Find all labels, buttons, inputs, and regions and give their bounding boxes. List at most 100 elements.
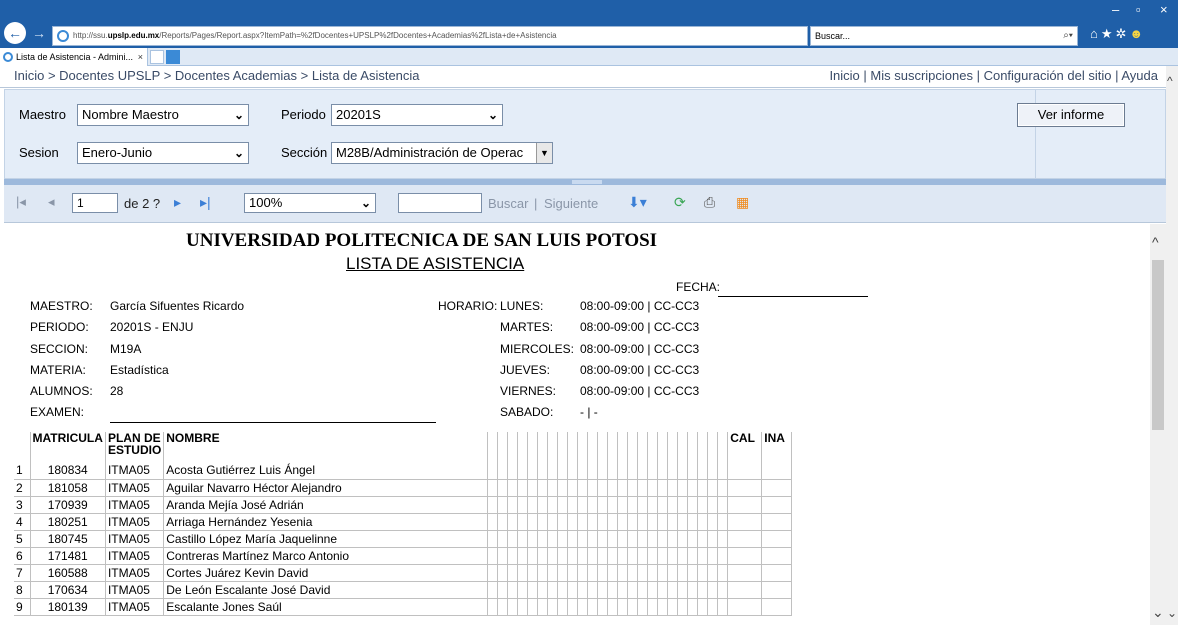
forward-arrow-icon[interactable]: → [28, 22, 50, 44]
attendance-cell [637, 598, 649, 616]
atom-feed-icon[interactable]: ▦ [736, 194, 749, 211]
plan-cell: ITMA05 [105, 462, 165, 480]
maestro-value: García Sifuentes Ricardo [110, 299, 245, 313]
smiley-icon[interactable]: ☻ [1129, 26, 1146, 41]
plan-cell: ITMA05 [105, 547, 165, 565]
attendance-cell [687, 513, 699, 531]
attendance-cell [657, 479, 669, 497]
attendance-cell [717, 564, 729, 582]
attendance-grid-header [487, 432, 499, 462]
page-scrollbar[interactable]: ^ ⌄ [1166, 66, 1178, 625]
chevron-down-icon: ▼ [536, 143, 552, 163]
attendance-cell [667, 530, 679, 548]
attendance-cell [617, 564, 629, 582]
attendance-cell [577, 598, 589, 616]
attendance-cell [597, 462, 609, 480]
report-scrollbar[interactable]: ^ ⌄ [1150, 224, 1166, 625]
attendance-cell [507, 513, 519, 531]
attendance-cell [657, 530, 669, 548]
browser-search-input[interactable]: Buscar... ⌕▾ [810, 26, 1078, 46]
attendance-cell [577, 513, 589, 531]
scroll-down-icon[interactable]: ⌄ [1152, 604, 1164, 621]
attendance-cell [507, 496, 519, 514]
back-arrow-icon[interactable]: ← [4, 22, 26, 44]
maestro-select[interactable]: Nombre Maestro ⌄ [77, 104, 249, 126]
nombre-cell: Castillo López María Jaquelinne [163, 530, 489, 548]
attendance-cell [677, 598, 689, 616]
plan-cell: ITMA05 [105, 564, 165, 582]
previous-page-icon[interactable]: ◂ [48, 194, 55, 210]
attendance-cell [587, 581, 599, 599]
attendance-grid-header [497, 432, 509, 462]
sesion-select[interactable]: Enero-Junio ⌄ [77, 142, 249, 164]
attendance-cell [607, 547, 619, 565]
attendance-cell [697, 581, 709, 599]
home-icon[interactable]: ⌂ [1090, 26, 1101, 41]
refresh-icon[interactable]: ⟳ [674, 194, 686, 211]
attendance-cell [497, 530, 509, 548]
attendance-grid-header [607, 432, 619, 462]
seccion-select[interactable]: M28B/Administración de Operac ▼ [331, 142, 553, 164]
next-page-icon[interactable]: ▸ [174, 194, 181, 211]
attendance-grid-header [637, 432, 649, 462]
zoom-select[interactable]: 100% ⌄ [244, 193, 376, 213]
attendance-cell [597, 496, 609, 514]
scroll-up-icon[interactable]: ^ [1152, 234, 1159, 250]
attendance-cell [647, 462, 659, 480]
search-icon[interactable]: ⌕▾ [1063, 27, 1073, 45]
attendance-cell [547, 530, 559, 548]
attendance-grid-header [687, 432, 699, 462]
ina-cell [761, 496, 793, 514]
alumnos-value: 28 [110, 384, 124, 398]
scroll-down-icon[interactable]: ⌄ [1167, 606, 1177, 620]
ie-tab-icon[interactable] [166, 50, 180, 64]
address-bar[interactable]: http://ssu.upslp.edu.mx/Reports/Pages/Re… [52, 26, 808, 46]
export-icon[interactable]: ⬇▾ [628, 194, 647, 211]
last-page-icon[interactable]: ▸| [200, 194, 211, 211]
attendance-cell [707, 598, 719, 616]
close-window-icon[interactable]: × [1160, 2, 1168, 17]
page-number-input[interactable]: 1 [72, 193, 118, 213]
attendance-cell [607, 496, 619, 514]
nombre-cell: Acosta Gutiérrez Luis Ángel [163, 462, 489, 480]
settings-gear-icon[interactable]: ✲ [1116, 26, 1130, 41]
periodo-select[interactable]: 20201S ⌄ [331, 104, 503, 126]
attendance-cell [527, 496, 539, 514]
scroll-thumb[interactable] [1152, 260, 1164, 430]
attendance-cell [717, 479, 729, 497]
day-label: LUNES: [500, 299, 544, 313]
scroll-up-icon[interactable]: ^ [1167, 74, 1173, 88]
parameter-panel: Maestro Nombre Maestro ⌄ Periodo 20201S ⌄ … [4, 89, 1166, 179]
report-manager-bar: Inicio > Docentes UPSLP > Docentes Acade… [0, 66, 1166, 88]
view-report-button[interactable]: Ver informe [1017, 103, 1125, 127]
ie-logo-icon [57, 30, 69, 42]
attendance-cell [647, 581, 659, 599]
breadcrumb[interactable]: Inicio > Docentes UPSLP > Docentes Acade… [14, 66, 420, 86]
periodo-value: 20201S - ENJU [110, 320, 194, 334]
first-page-icon[interactable]: |◂ [16, 194, 26, 210]
attendance-cell [567, 530, 579, 548]
print-icon[interactable]: ⎙ [704, 194, 715, 211]
browser-tab[interactable]: Lista de Asistencia - Admini... × [0, 48, 148, 66]
attendance-cell [557, 564, 569, 582]
new-tab-icon[interactable] [150, 50, 164, 64]
top-links[interactable]: Inicio | Mis suscripciones | Configuraci… [829, 66, 1158, 86]
tab-close-icon[interactable]: × [138, 48, 143, 66]
find-next-link[interactable]: Siguiente [544, 196, 598, 211]
attendance-cell [547, 547, 559, 565]
report-toolbar: |◂ ◂ 1 de 2 ? ▸ ▸| 100% ⌄ Buscar | Siguie… [4, 185, 1166, 223]
attendance-cell [497, 598, 509, 616]
attendance-cell [717, 581, 729, 599]
splitter-grip-icon[interactable] [572, 180, 602, 184]
attendance-cell [697, 530, 709, 548]
find-text-input[interactable] [398, 193, 482, 213]
nombre-cell: Contreras Martínez Marco Antonio [163, 547, 489, 565]
restore-icon[interactable]: ▫ [1136, 2, 1141, 17]
attendance-cell [507, 462, 519, 480]
minimize-icon[interactable]: – [1112, 2, 1119, 17]
favorites-star-icon[interactable]: ★ [1101, 26, 1116, 41]
attendance-grid-header [657, 432, 669, 462]
attendance-cell [557, 513, 569, 531]
attendance-cell [537, 598, 549, 616]
find-link[interactable]: Buscar [488, 196, 528, 211]
